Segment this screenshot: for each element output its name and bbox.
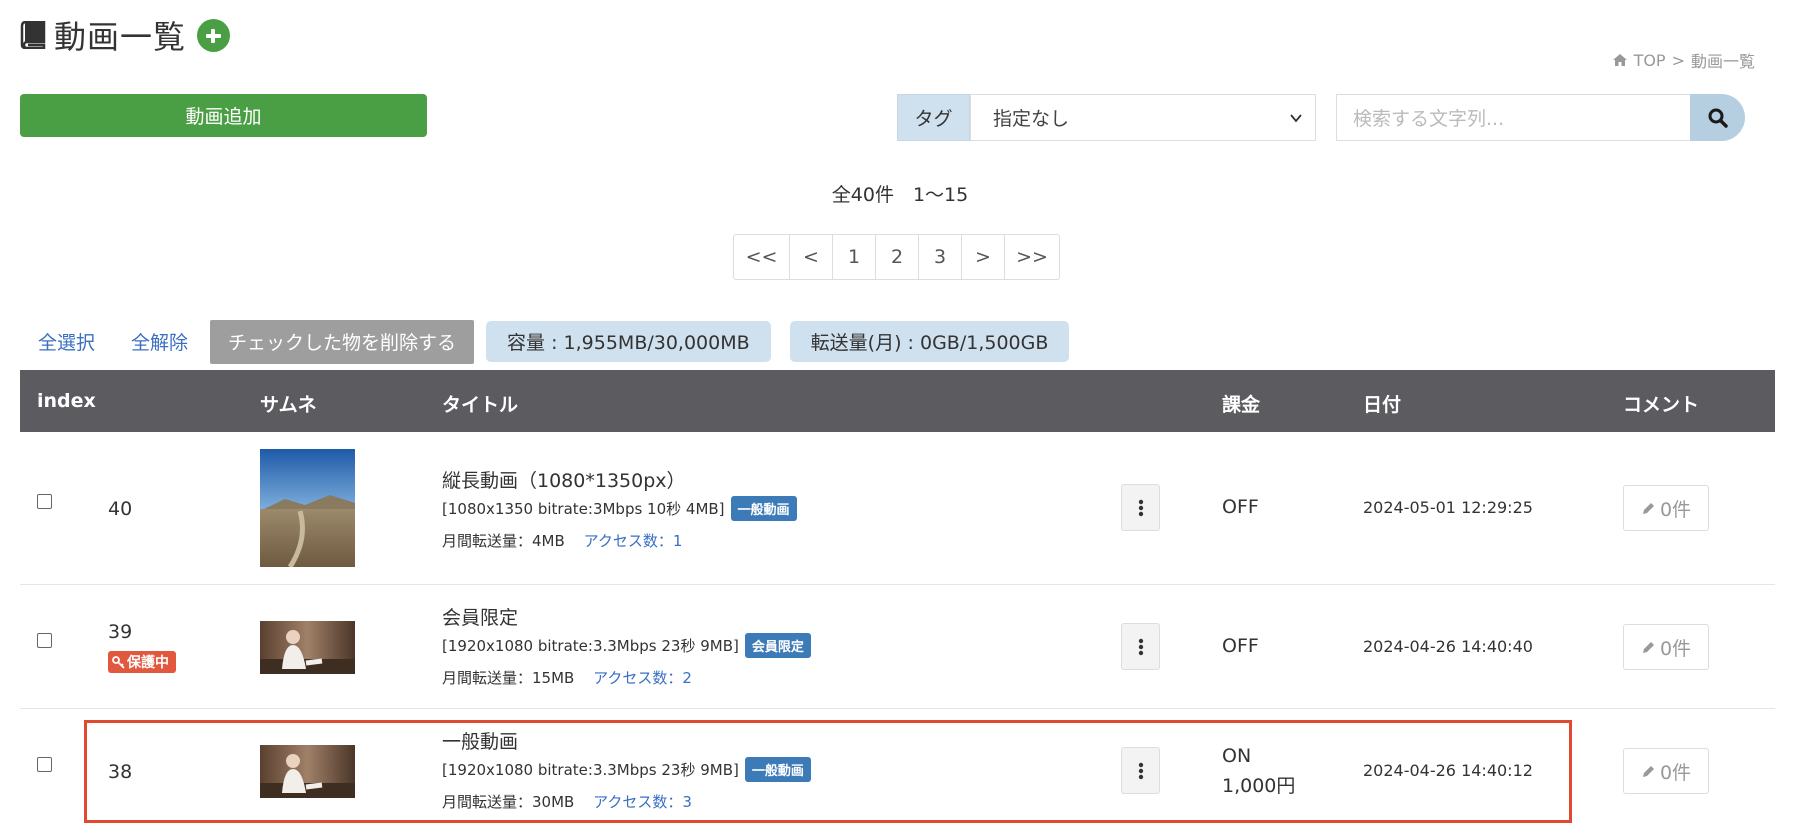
access-count-link[interactable]: アクセス数：2 [593,669,692,687]
billing-status: OFF [1222,631,1259,661]
table-row: 39 保護中 会員限定 [1920x1080 bitrate:3.3Mbps 2… [20,585,1775,709]
more-options-button[interactable] [1121,484,1160,531]
page-next[interactable]: > [961,235,1004,279]
vertical-ellipsis-icon [1138,499,1143,516]
search-input[interactable]: 検索する文字列... [1336,94,1690,141]
pagination: << < 1 2 3 > >> [733,234,1060,280]
comment-count: 0件 [1659,637,1692,660]
breadcrumb-current: 動画一覧 [1690,52,1755,71]
video-specs: [1080x1350 bitrate:3Mbps 10秒 4MB] [442,500,725,518]
deselect-all-link[interactable]: 全解除 [113,328,206,355]
access-count-link[interactable]: アクセス数：1 [584,532,683,550]
row-index: 40 [108,498,133,520]
col-index: index [37,390,96,412]
tag-label: タグ [897,94,970,141]
protected-label: 保護中 [127,655,169,671]
comment-button[interactable]: 0件 [1623,624,1709,670]
page-last[interactable]: >> [1004,235,1059,279]
col-billing: 課金 [1222,394,1261,416]
row-checkbox[interactable] [37,494,52,509]
col-thumbnail: サムネ [260,394,317,416]
add-video-icon-button[interactable] [197,18,231,52]
pencil-icon [1642,502,1654,514]
select-all-link[interactable]: 全選択 [20,328,113,355]
vertical-ellipsis-icon [1138,638,1143,655]
page-1[interactable]: 1 [832,235,875,279]
video-stats: 月間転送量：15MB アクセス数：2 [442,667,692,688]
protected-badge: 保護中 [108,651,176,673]
add-video-button[interactable]: 動画追加 [20,94,427,137]
video-title[interactable]: 縦長動画（1080*1350px） [442,466,686,493]
page-first[interactable]: << [734,235,789,279]
home-icon [1612,54,1627,66]
search-icon [1708,108,1728,128]
video-date: 2024-04-26 14:40:40 [1363,637,1533,656]
video-thumbnail[interactable] [260,449,355,567]
video-type-badge: 一般動画 [730,496,797,521]
billing-state: OFF [1222,496,1259,518]
table-row: 40 縦長動画（1080*1350px） [1080x1350 bitrate:… [20,432,1775,585]
row-checkbox[interactable] [37,757,52,772]
row-highlight-annotation [84,720,1572,823]
video-stats: 月間転送量：4MB アクセス数：1 [442,530,682,551]
transfer-badge: 転送量(月) : 0GB/1,500GB [789,321,1070,362]
billing-status: OFF [1222,492,1259,522]
breadcrumb-separator: > [1671,50,1685,70]
bulk-actions: 全選択 全解除 チェックした物を削除する 容量 : 1,955MB/30,000… [20,319,1070,364]
video-thumbnail[interactable] [260,621,355,674]
more-options-button[interactable] [1121,623,1160,670]
thumbnail-image [260,621,355,674]
book-icon [20,21,46,49]
video-title[interactable]: 会員限定 [442,603,518,630]
col-title: タイトル [442,394,519,416]
video-meta: [1920x1080 bitrate:3.3Mbps 23秒 9MB] 会員限定 [442,633,811,658]
billing-state: OFF [1222,635,1259,657]
page-prev[interactable]: < [789,235,832,279]
comment-count: 0件 [1659,498,1692,521]
video-specs: [1920x1080 bitrate:3.3Mbps 23秒 9MB] [442,637,739,655]
row-index: 39 [108,621,133,643]
table-header: index サムネ タイトル 課金 日付 コメント [20,370,1775,432]
capacity-badge: 容量 : 1,955MB/30,000MB [486,321,771,362]
monthly-transfer: 月間転送量：15MB [442,669,575,687]
page-2[interactable]: 2 [875,235,918,279]
row-checkbox[interactable] [37,633,52,648]
chevron-down-icon [1290,114,1302,123]
video-type-badge: 会員限定 [744,633,811,658]
comment-count: 0件 [1659,761,1692,784]
comment-button[interactable]: 0件 [1623,748,1709,794]
page-title: 動画一覧 [54,18,187,56]
tag-select[interactable]: 指定なし [970,94,1316,141]
comment-button[interactable]: 0件 [1623,485,1709,531]
tag-select-value: 指定なし [993,108,1070,130]
result-count: 全40件 1〜15 [831,184,969,206]
page-title-area: 動画一覧 [20,12,231,58]
pencil-icon [1642,641,1654,653]
col-date: 日付 [1363,394,1402,416]
monthly-transfer: 月間転送量：4MB [442,532,565,550]
pencil-icon [1642,765,1654,777]
key-icon [112,655,125,669]
delete-checked-button[interactable]: チェックした物を削除する [210,319,475,364]
col-comment: コメント [1623,394,1700,416]
page-3[interactable]: 3 [918,235,961,279]
breadcrumb: TOP > 動画一覧 [1612,48,1755,72]
search-button[interactable] [1690,94,1745,141]
breadcrumb-top[interactable]: TOP [1634,51,1666,70]
thumbnail-image [260,449,355,567]
video-date: 2024-05-01 12:29:25 [1363,498,1533,517]
video-meta: [1080x1350 bitrate:3Mbps 10秒 4MB] 一般動画 [442,496,797,521]
